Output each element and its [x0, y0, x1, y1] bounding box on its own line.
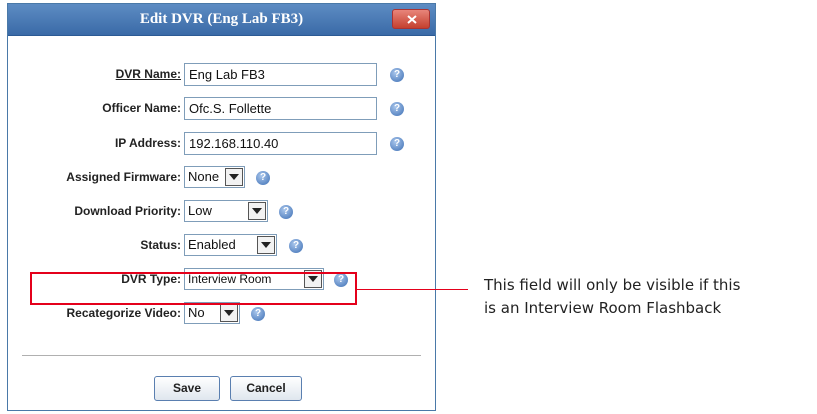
divider [22, 355, 421, 356]
annotation-line-1: This field will only be visible if this [484, 276, 741, 294]
recategorize-video-help-icon[interactable]: ? [251, 307, 265, 321]
ip-address-label: IP Address: [114, 136, 181, 150]
officer-name-label: Officer Name: [102, 101, 181, 115]
status-help-icon[interactable]: ? [289, 239, 303, 253]
assigned-firmware-label: Assigned Firmware: [66, 170, 181, 184]
status-label: Status: [140, 238, 181, 252]
status-value: Enabled [188, 237, 236, 252]
annotation-note: This field will only be visible if this … [484, 274, 814, 320]
officer-name-field[interactable]: Ofc.S. Follette [184, 97, 377, 120]
close-button[interactable] [392, 9, 430, 29]
ip-address-help-icon[interactable]: ? [390, 137, 404, 151]
download-priority-value: Low [188, 203, 212, 218]
ip-address-field[interactable]: 192.168.110.40 [184, 132, 377, 155]
officer-name-help-icon[interactable]: ? [390, 102, 404, 116]
download-priority-select[interactable]: Low [184, 200, 268, 222]
recategorize-video-value: No [188, 305, 205, 320]
dvr-name-field[interactable]: Eng Lab FB3 [184, 63, 377, 86]
dialog-titlebar: Edit DVR (Eng Lab FB3) [8, 4, 435, 36]
download-priority-help-icon[interactable]: ? [279, 205, 293, 219]
chevron-down-icon[interactable] [220, 304, 238, 322]
recategorize-video-label: Recategorize Video: [66, 306, 181, 320]
dvr-name-help-icon[interactable]: ? [390, 68, 404, 82]
highlight-box [30, 272, 357, 305]
assigned-firmware-value: None [188, 169, 220, 184]
dialog-title: Edit DVR (Eng Lab FB3) [139, 11, 304, 27]
callout-line [357, 289, 468, 290]
dvr-name-label: DVR Name: [115, 67, 181, 81]
status-select[interactable]: Enabled [184, 234, 277, 256]
assigned-firmware-select[interactable]: None [184, 166, 245, 188]
chevron-down-icon[interactable] [257, 236, 275, 254]
annotation-line-2: is an Interview Room Flashback [484, 299, 722, 317]
chevron-down-icon[interactable] [225, 168, 243, 186]
recategorize-video-select[interactable]: No [184, 302, 240, 324]
assigned-firmware-help-icon[interactable]: ? [256, 171, 270, 185]
close-x-icon [407, 15, 417, 24]
download-priority-label: Download Priority: [74, 204, 181, 218]
save-button[interactable]: Save [154, 376, 220, 401]
cancel-button[interactable]: Cancel [230, 376, 302, 401]
chevron-down-icon[interactable] [248, 202, 266, 220]
edit-dvr-dialog: Edit DVR (Eng Lab FB3) DVR Name: Eng Lab… [7, 3, 436, 411]
